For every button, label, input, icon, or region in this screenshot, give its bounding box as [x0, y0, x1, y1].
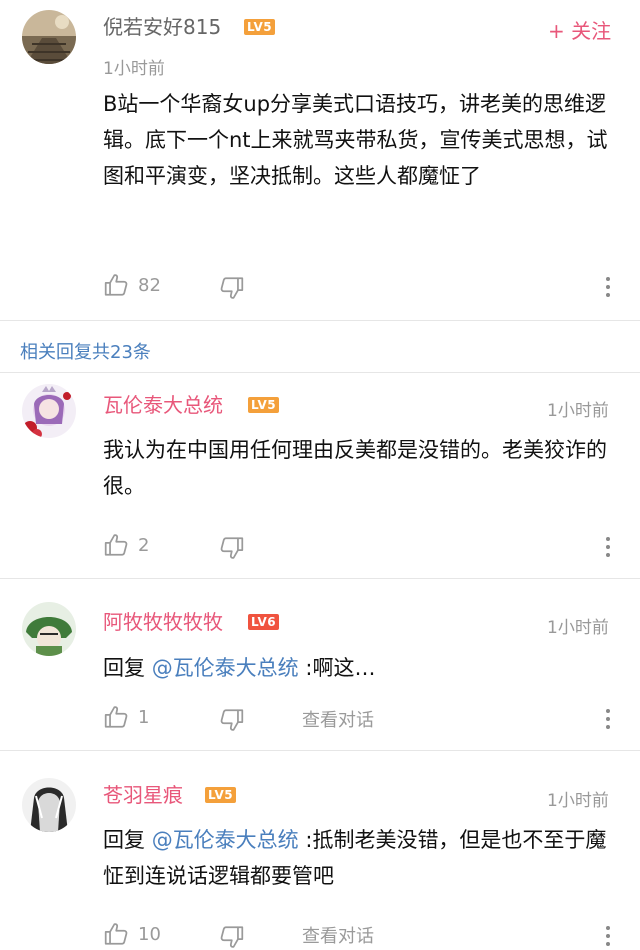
thumb-down-icon	[220, 537, 244, 559]
username[interactable]: 苍羽星痕	[103, 782, 183, 808]
level-badge: LV5	[248, 397, 280, 413]
like-count: 2	[138, 534, 150, 556]
comment-text: 回复 @瓦伦泰大总统 :抵制老美没错，但是也不至于魔怔到连说话逻辑都要管吧	[103, 822, 613, 894]
avatar[interactable]	[22, 778, 76, 832]
dislike-button[interactable]	[219, 924, 245, 950]
like-count: 82	[138, 274, 161, 296]
replies-header: 相关回复共23条	[20, 342, 151, 363]
comment-text: 回复 @瓦伦泰大总统 :啊这…	[103, 650, 613, 686]
username[interactable]: 阿牧牧牧牧牧	[103, 609, 223, 635]
like-count: 1	[138, 706, 150, 728]
timestamp: 1小时前	[547, 791, 609, 811]
dislike-button[interactable]	[219, 275, 245, 301]
like-count: 10	[138, 923, 161, 945]
like-button[interactable]: 2	[103, 532, 149, 558]
user-mention-link[interactable]: @瓦伦泰大总统	[152, 828, 299, 852]
level-badge: LV5	[244, 19, 276, 35]
user-mention-link[interactable]: @瓦伦泰大总统	[152, 656, 299, 680]
thumb-down-icon	[220, 277, 244, 299]
view-thread-link[interactable]: 查看对话	[302, 922, 374, 948]
like-button[interactable]: 1	[103, 704, 149, 730]
comment-text: B站一个华裔女up分享美式口语技巧，讲老美的思维逻辑。底下一个nt上来就骂夹带私…	[103, 92, 608, 188]
follow-button[interactable]: + 关注	[548, 15, 611, 44]
reply-prefix: 回复	[103, 828, 152, 852]
like-button[interactable]: 82	[103, 272, 161, 298]
thumb-up-icon	[104, 923, 128, 945]
timestamp: 1小时前	[547, 618, 609, 638]
level-badge: LV6	[248, 614, 280, 630]
more-vertical-icon[interactable]	[605, 277, 611, 301]
avatar[interactable]	[22, 384, 76, 438]
reply-prefix: 回复	[103, 656, 152, 680]
level-badge: LV5	[205, 787, 237, 803]
username[interactable]: 瓦伦泰大总统	[103, 392, 223, 418]
dislike-button[interactable]	[219, 535, 245, 561]
more-vertical-icon[interactable]	[605, 537, 611, 561]
like-button[interactable]: 10	[103, 921, 161, 947]
thumb-up-icon	[104, 274, 128, 296]
view-thread-link[interactable]: 查看对话	[302, 706, 374, 732]
divider	[0, 372, 640, 373]
avatar[interactable]	[22, 602, 76, 656]
thumb-down-icon	[220, 709, 244, 731]
username[interactable]: 倪若安好815	[103, 14, 221, 40]
dislike-button[interactable]	[219, 707, 245, 733]
thumb-up-icon	[104, 534, 128, 556]
comment-text: 我认为在中国用任何理由反美都是没错的。老美狡诈的很。	[103, 438, 607, 498]
avatar[interactable]	[22, 10, 76, 64]
reply-content: :啊这…	[298, 656, 376, 680]
thumb-up-icon	[104, 706, 128, 728]
divider	[0, 750, 640, 751]
divider	[0, 320, 640, 321]
more-vertical-icon[interactable]	[605, 926, 611, 950]
timestamp: 1小时前	[547, 401, 609, 421]
timestamp: 1小时前	[103, 59, 165, 79]
more-vertical-icon[interactable]	[605, 709, 611, 733]
thumb-down-icon	[220, 926, 244, 948]
divider	[0, 578, 640, 579]
